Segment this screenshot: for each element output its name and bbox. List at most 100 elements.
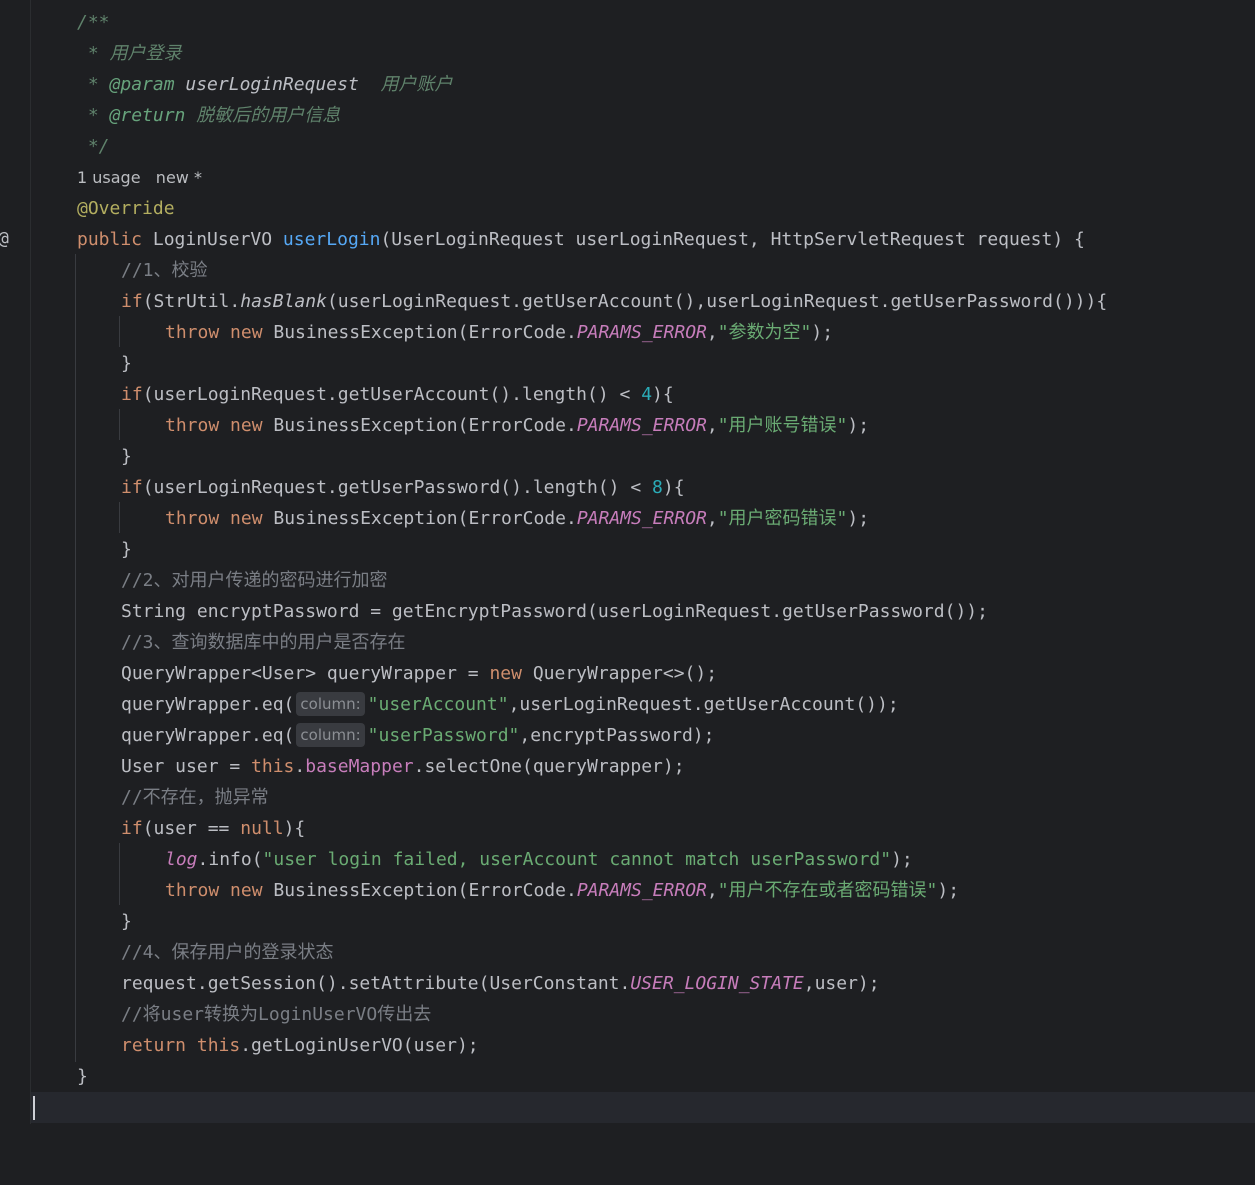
code-line: } <box>31 441 1255 472</box>
parameter-list: (UserLoginRequest userLoginRequest, Http… <box>380 229 1085 250</box>
editor-gutter: @ <box>0 0 31 1124</box>
brace: } <box>121 539 132 560</box>
code-line: if(userLoginRequest.getUserPassword().le… <box>31 472 1255 503</box>
code-line: log.info("user login failed, userAccount… <box>31 844 1255 875</box>
code-text: (userLoginRequest.getUserPassword().leng… <box>142 477 653 498</box>
comment-line: //2、对用户传递的密码进行加密 <box>31 565 1255 596</box>
string-literal: "userAccount" <box>367 694 509 715</box>
code-text: , <box>706 415 718 436</box>
code-text: queryWrapper.eq( <box>121 725 295 746</box>
current-line[interactable] <box>31 1092 1255 1123</box>
code-line: if(userLoginRequest.getUserAccount().len… <box>31 379 1255 410</box>
constant: PARAMS_ERROR <box>576 415 707 436</box>
keyword: new <box>219 508 263 529</box>
constant: PARAMS_ERROR <box>576 322 707 343</box>
brace: } <box>121 353 132 374</box>
code-text: (userLoginRequest.getUserAccount(),userL… <box>326 291 1108 312</box>
code-line: queryWrapper.eq(column: "userAccount",use… <box>31 689 1255 720</box>
keyword: if <box>121 384 143 405</box>
code-line: */ <box>31 131 1255 162</box>
code-line: return this.getLoginUserVO(user); <box>31 1030 1255 1061</box>
keyword: new <box>489 663 522 684</box>
string-literal: "参数为空" <box>717 322 812 343</box>
code-line: /** <box>31 7 1255 38</box>
code-text: BusinessException(ErrorCode. <box>262 508 577 529</box>
code-text: ); <box>847 415 870 436</box>
code-text: ); <box>937 880 960 901</box>
comment-line: //将user转换为LoginUserVO传出去 <box>31 999 1255 1030</box>
comment-line: //3、查询数据库中的用户是否存在 <box>31 627 1255 658</box>
constant: PARAMS_ERROR <box>576 880 707 901</box>
keyword: throw <box>165 508 220 529</box>
comment-line: //1、校验 <box>31 255 1255 286</box>
code-text: ); <box>847 508 870 529</box>
code-editor[interactable]: /** * 用户登录 * @param userLoginRequest 用户账… <box>31 0 1255 1124</box>
keyword: throw <box>165 322 220 343</box>
code-text: , <box>706 880 718 901</box>
method-name: userLogin <box>282 229 381 250</box>
doc-open: /** <box>77 12 110 33</box>
code-text: , <box>706 508 718 529</box>
code-line: * 用户登录 <box>31 38 1255 69</box>
code-line: } <box>31 348 1255 379</box>
code-line: @Override <box>31 193 1255 224</box>
override-gutter-icon[interactable]: @ <box>0 228 9 249</box>
usage-hint[interactable]: 1 usage new * <box>77 168 202 187</box>
code-text: BusinessException(ErrorCode. <box>262 322 577 343</box>
override-annotation: @Override <box>77 198 175 219</box>
code-text: String encryptPassword = getEncryptPassw… <box>121 601 988 622</box>
code-line: String encryptPassword = getEncryptPassw… <box>31 596 1255 627</box>
code-text: ); <box>811 322 834 343</box>
code-text: ){ <box>652 384 674 405</box>
code-text: .info( <box>197 849 263 870</box>
keyword: throw <box>165 880 220 901</box>
string-literal: "用户账号错误" <box>717 415 848 436</box>
code-text: ){ <box>662 477 685 498</box>
keyword: if <box>121 477 143 498</box>
keyword: if <box>121 818 143 839</box>
doc-param-tag: @param <box>109 74 175 95</box>
number-literal: 8 <box>652 477 663 498</box>
doc-close: */ <box>77 136 110 157</box>
comment-line: //4、保存用户的登录状态 <box>31 937 1255 968</box>
code-text: .getLoginUserVO(user); <box>240 1035 479 1056</box>
number-literal: 4 <box>641 384 653 405</box>
code-vision-line: 1 usage new * <box>31 162 1255 193</box>
code-line: throw new BusinessException(ErrorCode.PA… <box>31 503 1255 534</box>
keyword: new <box>219 880 263 901</box>
code-text: BusinessException(ErrorCode. <box>262 415 577 436</box>
doc-return-desc: 脱敏后的用户信息 <box>185 105 341 126</box>
doc-prefix: * <box>77 43 110 64</box>
constant: USER_LOGIN_STATE <box>630 973 804 994</box>
comment: //不存在，抛异常 <box>121 787 269 808</box>
comment: //1、校验 <box>121 260 208 281</box>
string-literal: "user login failed, userAccount cannot m… <box>262 849 892 870</box>
code-line: * @return 脱敏后的用户信息 <box>31 100 1255 131</box>
code-text: ,user); <box>803 973 880 994</box>
method-signature: public LoginUserVO userLogin(UserLoginRe… <box>31 224 1255 255</box>
code-text: User user = <box>121 756 252 777</box>
comment: //2、对用户传递的密码进行加密 <box>121 570 388 591</box>
brace: } <box>121 446 132 467</box>
code-text: (userLoginRequest.getUserAccount().lengt… <box>142 384 642 405</box>
comment: //3、查询数据库中的用户是否存在 <box>121 632 406 653</box>
doc-prefix: * <box>77 74 110 95</box>
code-text: ,userLoginRequest.getUserAccount()); <box>508 694 899 715</box>
doc-param-name: userLoginRequest <box>174 74 359 95</box>
code-line: if(StrUtil.hasBlank(userLoginRequest.get… <box>31 286 1255 317</box>
code-text: .selectOne(queryWrapper); <box>413 756 685 777</box>
code-text: . <box>294 756 306 777</box>
keyword: this <box>186 1035 241 1056</box>
comment: //将user转换为LoginUserVO传出去 <box>121 1004 432 1025</box>
comment: //4、保存用户的登录状态 <box>121 942 334 963</box>
static-field: log <box>165 849 198 870</box>
keyword: throw <box>165 415 220 436</box>
code-line: request.getSession().setAttribute(UserCo… <box>31 968 1255 999</box>
keyword: null <box>240 818 284 839</box>
keyword: this <box>251 756 295 777</box>
code-text: , <box>706 322 718 343</box>
code-text: (user == <box>142 818 241 839</box>
code-text: ,encryptPassword); <box>519 725 715 746</box>
code-text: request.getSession().setAttribute(UserCo… <box>121 973 631 994</box>
code-line: if(user == null){ <box>31 813 1255 844</box>
